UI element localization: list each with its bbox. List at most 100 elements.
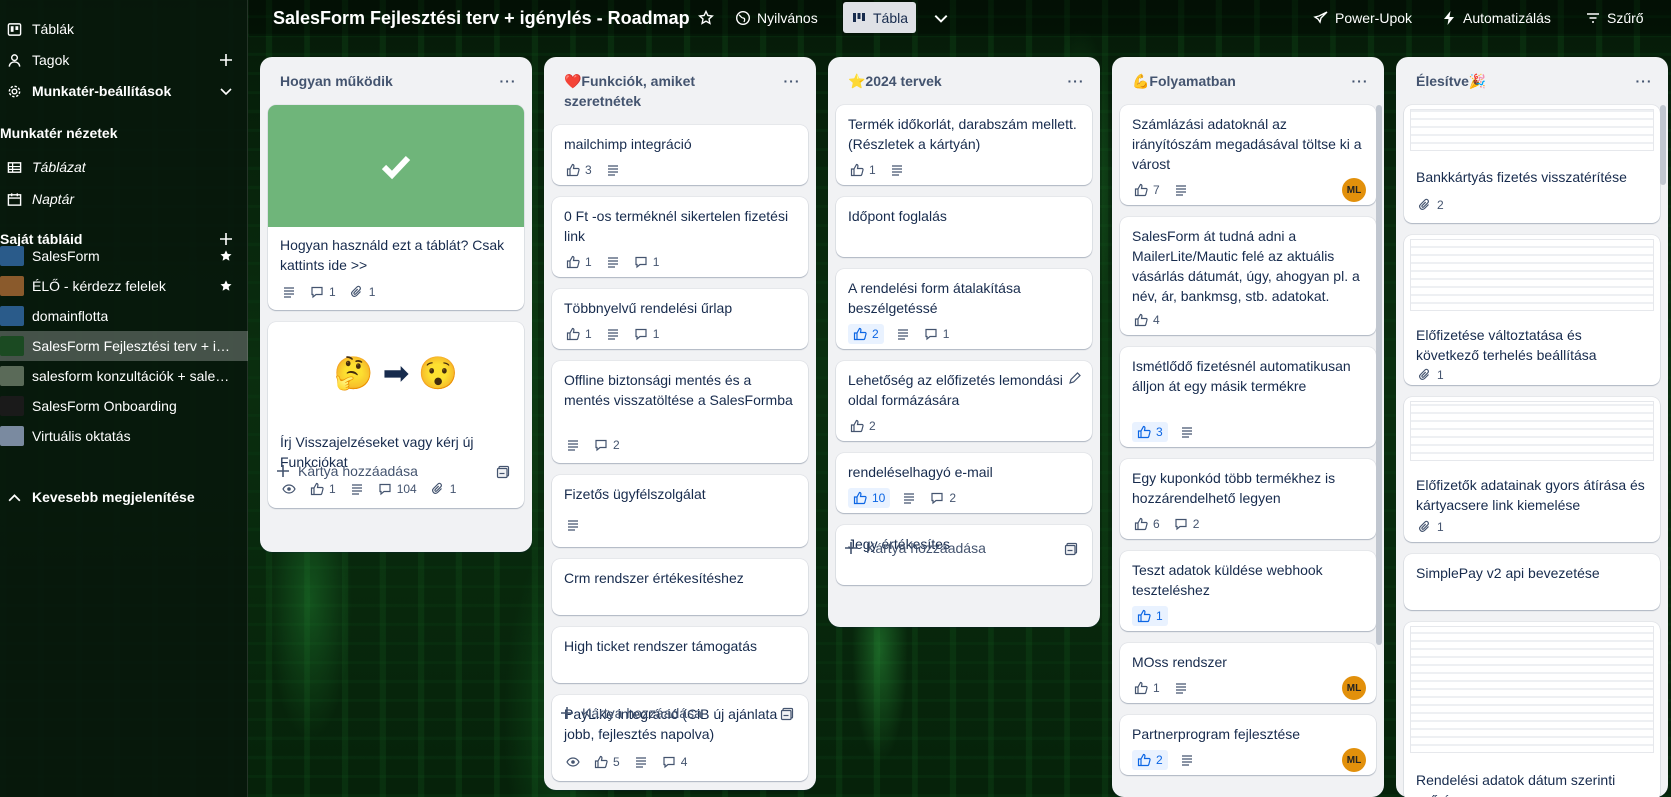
card[interactable]: rendeléselhagyó e-mail 10 2 bbox=[836, 453, 1092, 513]
sidebar-board-item[interactable]: ÉLŐ - kérdezz felelek bbox=[0, 271, 248, 301]
card-title: rendeléselhagyó e-mail bbox=[848, 464, 993, 480]
card[interactable]: Lehetőség az előfizetés lemondási oldal … bbox=[836, 361, 1092, 441]
show-less-button[interactable]: Kevesebb megjelenítése bbox=[0, 482, 248, 512]
list-menu-icon[interactable]: ··· bbox=[780, 69, 804, 93]
starred-icon[interactable] bbox=[218, 278, 234, 294]
list-title[interactable]: ⭐2024 tervek bbox=[848, 71, 1058, 91]
list: Élesítve🎉 ··· Bankkártyás fizetés visszaté… bbox=[1396, 57, 1668, 797]
card-badges: 7 bbox=[1132, 180, 1190, 200]
comments-icon bbox=[663, 756, 675, 769]
comments-icon bbox=[635, 256, 647, 269]
member-avatar[interactable]: ML bbox=[1342, 748, 1366, 772]
card-badges: 1 104 1 bbox=[280, 479, 458, 499]
list-title[interactable]: ❤️Funkciók, amiket szeretnétek bbox=[564, 71, 774, 111]
sidebar-view-table[interactable]: Táblázat bbox=[0, 152, 248, 182]
visibility-button[interactable]: Nyilvános bbox=[727, 2, 826, 33]
card[interactable]: Hogyan használd ezt a táblát? Csak katti… bbox=[268, 105, 524, 310]
card[interactable]: SalesForm át tudná adni a MailerLite/Mau… bbox=[1120, 217, 1376, 335]
description-icon bbox=[568, 440, 578, 451]
card-template-icon[interactable] bbox=[496, 465, 512, 481]
view-switcher-board[interactable]: Tábla bbox=[843, 2, 917, 33]
sidebar-board-item[interactable]: SalesForm Onboarding bbox=[0, 391, 248, 421]
automation-button[interactable]: Automatizálás bbox=[1433, 2, 1559, 33]
description-icon bbox=[1181, 755, 1192, 766]
card-template-icon[interactable] bbox=[780, 707, 796, 723]
sidebar-board-item[interactable]: Virtuális oktatás bbox=[0, 421, 248, 451]
list-scrollbar[interactable] bbox=[1376, 105, 1382, 645]
card[interactable]: 🤔 ➡ 😯 Írj Visszajelzéseket vagy kérj új F… bbox=[268, 322, 524, 508]
card[interactable]: 0 Ft -os terméknél sikertelen fizetési l… bbox=[552, 197, 808, 277]
board-header: SalesForm Fejlesztési terv + igénylés - … bbox=[249, 0, 1671, 36]
sidebar-board-label: domainflotta bbox=[32, 308, 109, 324]
filter-button[interactable]: Szűrő bbox=[1577, 2, 1652, 33]
list-menu-icon[interactable]: ··· bbox=[496, 69, 520, 93]
description-badge bbox=[604, 160, 622, 180]
attachments-badge: 1 bbox=[429, 479, 459, 499]
card[interactable]: SimplePay v2 api bevezetése bbox=[1404, 554, 1660, 610]
votes-badge: 6 bbox=[1132, 514, 1162, 534]
starred-icon[interactable] bbox=[218, 248, 234, 264]
card-title: mailchimp integráció bbox=[564, 136, 692, 152]
card-attachment-preview bbox=[1410, 401, 1654, 461]
card[interactable]: Teszt adatok küldése webhook teszteléshe… bbox=[1120, 551, 1376, 631]
sidebar-item-boards[interactable]: Táblák bbox=[0, 14, 248, 44]
card[interactable]: Egy kuponkód több termékhez is hozzárend… bbox=[1120, 459, 1376, 539]
card[interactable]: Fizetős ügyfélszolgálat bbox=[552, 475, 808, 547]
add-member-icon[interactable] bbox=[218, 52, 234, 68]
sidebar-item-workspace-settings[interactable]: Munkatér-beállítások bbox=[0, 76, 248, 106]
card[interactable]: Előfizetése változtatása és következő te… bbox=[1404, 235, 1660, 385]
card-title: Termék időkorlát, darabszám mellett. (Ré… bbox=[848, 116, 1077, 152]
list-menu-icon[interactable]: ··· bbox=[1064, 69, 1088, 93]
list-menu-icon[interactable]: ··· bbox=[1348, 69, 1372, 93]
card[interactable]: Rendelési adatok dátum szerinti szűrése bbox=[1404, 622, 1660, 797]
card-title: Előfizetők adatainak gyors átírása és ká… bbox=[1416, 477, 1645, 513]
votes-icon bbox=[850, 163, 864, 177]
card[interactable]: Termék időkorlát, darabszám mellett. (Ré… bbox=[836, 105, 1092, 185]
card[interactable]: Előfizetők adatainak gyors átírása és ká… bbox=[1404, 397, 1660, 542]
view-switcher-dropdown[interactable] bbox=[925, 2, 957, 33]
card[interactable]: MOss rendszer 1 ML bbox=[1120, 643, 1376, 703]
card[interactable]: High ticket rendszer támogatás bbox=[552, 627, 808, 683]
card-badges: 3 bbox=[564, 160, 622, 180]
card[interactable]: Offline biztonsági mentés és a mentés vi… bbox=[552, 361, 808, 463]
card[interactable]: Bankkártyás fizetés visszatérítése 2 bbox=[1404, 105, 1660, 223]
sidebar-board-item[interactable]: SalesForm Fejlesztési terv + igé... bbox=[0, 331, 248, 361]
votes-icon bbox=[1137, 425, 1151, 439]
sidebar-board-item[interactable]: SalesForm bbox=[0, 241, 248, 271]
member-avatar[interactable]: ML bbox=[1342, 676, 1366, 700]
chevron-down-icon bbox=[934, 14, 948, 23]
list-scrollbar[interactable] bbox=[1660, 105, 1666, 185]
star-board-button[interactable] bbox=[690, 2, 722, 33]
description-icon bbox=[284, 287, 294, 298]
list-menu-icon[interactable]: ··· bbox=[1632, 69, 1656, 93]
sidebar-board-label: SalesForm Fejlesztési terv + igé... bbox=[32, 338, 232, 354]
add-card-button[interactable]: Kártya hozzáadása bbox=[560, 705, 702, 721]
card-title: Lehetőség az előfizetés lemondási oldal … bbox=[848, 372, 1063, 408]
card[interactable]: A rendelési form átalakítása beszélgetés… bbox=[836, 269, 1092, 349]
board-title[interactable]: SalesForm Fejlesztési terv + igénylés - … bbox=[273, 8, 690, 29]
votes-badge: 5 bbox=[592, 752, 622, 772]
card[interactable]: Crm rendszer értékesítéshez bbox=[552, 559, 808, 615]
list-title[interactable]: 💪Folyamatban bbox=[1132, 71, 1342, 91]
card-template-icon[interactable] bbox=[1064, 542, 1080, 558]
card[interactable]: Számlázási adatoknál az irányítószám meg… bbox=[1120, 105, 1376, 205]
card[interactable]: Ismétlődő fizetésnél automatikusan álljo… bbox=[1120, 347, 1376, 447]
description-badge bbox=[280, 282, 298, 302]
member-avatar[interactable]: ML bbox=[1342, 178, 1366, 202]
power-ups-button[interactable]: Power-Upok bbox=[1305, 2, 1420, 33]
add-card-button[interactable]: Kártya hozzáadása bbox=[276, 463, 418, 479]
edit-pencil-icon[interactable] bbox=[1068, 371, 1082, 385]
card[interactable]: Többnyelvű rendelési űrlap 1 1 bbox=[552, 289, 808, 349]
card[interactable]: Időpont foglalás bbox=[836, 197, 1092, 257]
sidebar-board-item[interactable]: salesform konzultációk + sales ... bbox=[0, 361, 248, 391]
sidebar-item-members[interactable]: Tagok bbox=[0, 45, 248, 75]
card[interactable]: Partnerprogram fejlesztése 2 ML bbox=[1120, 715, 1376, 775]
sidebar-view-calendar[interactable]: Naptár bbox=[0, 184, 248, 214]
card[interactable]: mailchimp integráció 3 bbox=[552, 125, 808, 185]
add-card-button[interactable]: Kártya hozzáadása bbox=[844, 540, 986, 556]
list-title[interactable]: Hogyan működik bbox=[280, 71, 490, 91]
list-title[interactable]: Élesítve🎉 bbox=[1416, 71, 1626, 91]
card-badges: 1 bbox=[1416, 365, 1446, 385]
sidebar-board-item[interactable]: domainflotta bbox=[0, 301, 248, 331]
chevron-down-icon[interactable] bbox=[218, 83, 234, 99]
